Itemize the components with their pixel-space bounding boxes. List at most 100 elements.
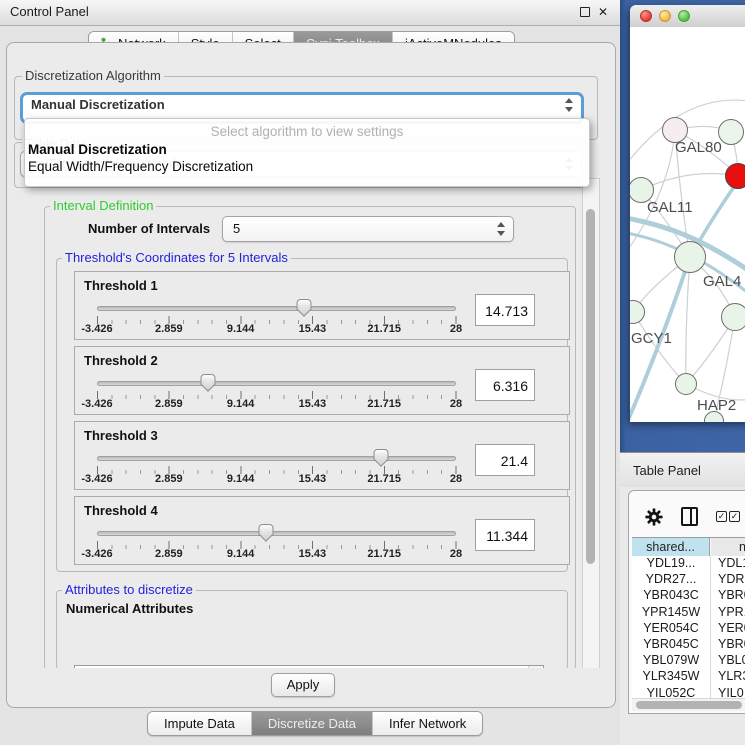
slider-scale-labels: -3.426 2.859 9.144 15.43 21.715 28 [97, 473, 456, 485]
tick-label: -3.426 [81, 398, 112, 410]
cell-name[interactable]: YBR0 [710, 588, 745, 602]
tab-impute-data[interactable]: Impute Data [148, 712, 252, 735]
network-canvas[interactable]: GAL80 GA C GAL11 GAL4 GCY1 H HAP2 [630, 27, 745, 422]
dropdown-placeholder-item[interactable]: Select algorithm to view settings [28, 124, 586, 139]
interval-definition-title: Interval Definition [50, 198, 156, 213]
content-scrollbar[interactable] [582, 178, 600, 668]
numerical-attributes-heading: Numerical Attributes [66, 601, 193, 616]
threshold-2-panel: Threshold 2 -3.426 2.859 9.144 15.43 21.… [74, 346, 570, 415]
tick-label: 2.859 [155, 473, 183, 485]
cell-name[interactable]: YBL0 [710, 653, 745, 667]
slider-track[interactable] [97, 456, 456, 461]
tick-label: 2.859 [155, 323, 183, 335]
cell-shared[interactable]: YBR045C [632, 637, 710, 651]
tick-label: 21.715 [367, 473, 401, 485]
node-hap2[interactable] [675, 373, 697, 395]
checkbox-icon[interactable]: ✓ [729, 511, 740, 522]
node-partial-ga[interactable] [718, 119, 744, 145]
cell-shared[interactable]: YBL079W [632, 653, 710, 667]
cell-name[interactable]: YBR0 [710, 637, 745, 651]
threshold-2-slider[interactable] [97, 377, 456, 391]
tab-discretize-data[interactable]: Discretize Data [252, 712, 373, 735]
threshold-3-value-field[interactable]: 21.4 [475, 444, 535, 476]
close-icon[interactable]: ✕ [598, 7, 609, 18]
tick-label: 15.43 [299, 548, 327, 560]
table-row[interactable]: YPR145WYPR1 [632, 605, 745, 621]
column-header-name[interactable]: na [711, 538, 745, 557]
tick-label: 21.715 [367, 398, 401, 410]
apply-button[interactable]: Apply [271, 673, 335, 697]
cell-name[interactable]: YLR3 [710, 669, 745, 683]
dropdown-item-equal-width[interactable]: Equal Width/Frequency Discretization [28, 159, 586, 174]
cell-name[interactable]: YIL0 [710, 686, 744, 699]
cell-shared[interactable]: YIL052C [632, 686, 710, 699]
node-red-selected[interactable] [725, 163, 745, 189]
threshold-1-slider[interactable] [97, 302, 456, 316]
cell-shared[interactable]: YLR345W [632, 669, 710, 683]
table-row[interactable]: YDR27...YDR2 [632, 572, 745, 588]
close-traffic-light-icon[interactable] [640, 10, 652, 22]
slider-track[interactable] [97, 381, 456, 386]
threshold-2-value-field[interactable]: 6.316 [475, 369, 535, 401]
cell-shared[interactable]: YER054C [632, 621, 710, 635]
attributes-list-scrollbar[interactable] [528, 666, 542, 668]
gear-icon[interactable] [645, 508, 663, 526]
threshold-3-label: Threshold 3 [84, 428, 158, 443]
tick-label: 28 [450, 398, 462, 410]
threshold-3-slider[interactable] [97, 452, 456, 466]
slider-scale-labels: -3.426 2.859 9.144 15.43 21.715 28 [97, 323, 456, 335]
checkbox-icon[interactable]: ✓ [716, 511, 727, 522]
numerical-attributes-list[interactable]: SelfLoops TopologicalCoefficient Between… [74, 665, 544, 668]
threshold-1-value-field[interactable]: 14.713 [475, 294, 535, 326]
cell-name[interactable]: YER0 [710, 621, 745, 635]
table-row[interactable]: YBR045CYBR0 [632, 637, 745, 653]
column-divider [710, 556, 711, 698]
cell-name[interactable]: YPR1 [710, 605, 745, 619]
control-panel: Control Panel ✕ Network Style Select Cyn… [0, 0, 620, 745]
threshold-2-slider-handle[interactable] [201, 374, 216, 392]
threshold-1-slider-handle[interactable] [297, 299, 312, 317]
table-row[interactable]: YIL052CYIL0 [632, 686, 745, 699]
tick-label: 15.43 [299, 473, 327, 485]
threshold-4-slider[interactable] [97, 527, 456, 541]
zoom-traffic-light-icon[interactable] [678, 10, 690, 22]
tick-label: 28 [450, 323, 462, 335]
tick-label: 15.43 [299, 323, 327, 335]
cell-shared[interactable]: YDL19... [632, 556, 710, 570]
screenshot-root: { "window": { "title": "Control Panel" }… [0, 0, 745, 745]
tick-label: 9.144 [227, 473, 255, 485]
table-row[interactable]: YDL19...YDL1 [632, 556, 745, 572]
minimize-traffic-light-icon[interactable] [659, 10, 671, 22]
table-header-row: shared... na [632, 537, 745, 558]
list-item-selfloops[interactable]: SelfLoops [75, 666, 543, 668]
table-row[interactable]: YER054CYER0 [632, 621, 745, 637]
column-layout-icon[interactable] [681, 507, 698, 526]
table-row[interactable]: YBL079WYBL0 [632, 653, 745, 669]
threshold-3-slider-handle[interactable] [373, 449, 388, 467]
node-label-hap2: HAP2 [697, 397, 736, 414]
cell-name[interactable]: YDL1 [710, 556, 745, 570]
tab-infer-network[interactable]: Infer Network [373, 712, 482, 735]
column-header-shared[interactable]: shared... [632, 538, 710, 557]
float-window-icon[interactable] [580, 7, 590, 17]
node-gal4[interactable] [674, 241, 706, 273]
cell-shared[interactable]: YBR043C [632, 588, 710, 602]
slider-track[interactable] [97, 531, 456, 536]
threshold-4-value-field[interactable]: 11.344 [475, 519, 535, 551]
table-horizontal-scrollbar[interactable] [632, 698, 745, 711]
threshold-4-slider-handle[interactable] [258, 524, 273, 542]
network-window-titlebar[interactable] [630, 5, 745, 28]
cell-name[interactable]: YDR2 [710, 572, 745, 586]
dropdown-item-manual-discretization[interactable]: Manual Discretization [28, 142, 586, 157]
num-intervals-combobox[interactable]: 5 [222, 216, 514, 242]
cell-shared[interactable]: YPR145W [632, 605, 710, 619]
slider-track[interactable] [97, 306, 456, 311]
node-h-partial[interactable] [721, 303, 745, 331]
table-row[interactable]: YBR043CYBR0 [632, 588, 745, 604]
network-edges [630, 27, 745, 422]
cell-shared[interactable]: YDR27... [632, 572, 710, 586]
table-row[interactable]: YLR345WYLR3 [632, 669, 745, 685]
tab-infer-label: Infer Network [389, 716, 466, 731]
num-intervals-label: Number of Intervals [88, 221, 210, 236]
threshold-4-label: Threshold 4 [84, 503, 158, 518]
